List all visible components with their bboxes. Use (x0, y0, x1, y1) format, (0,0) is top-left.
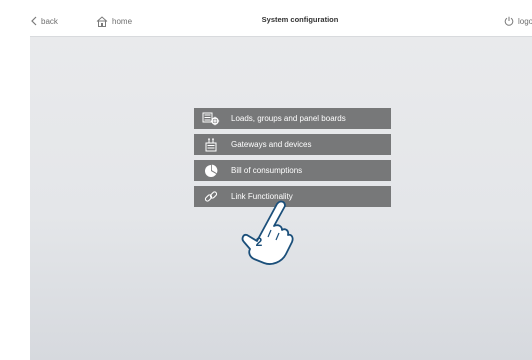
menu-item-label: Loads, groups and panel boards (231, 114, 346, 123)
menu-item-label: Gateways and devices (231, 140, 312, 149)
home-icon (96, 15, 108, 27)
chevron-left-icon (31, 16, 37, 26)
pie-chart-icon (198, 160, 224, 181)
menu-item-label: Bill of consumptions (231, 166, 303, 175)
menu-item-bill-of-consumptions[interactable]: Bill of consumptions (194, 160, 391, 181)
back-button[interactable]: back (31, 14, 58, 28)
screen: back home System configuration logo Load… (0, 0, 532, 360)
page-title: System configuration (261, 15, 339, 24)
logout-button[interactable]: logo (504, 14, 532, 28)
menu-item-gateways-devices[interactable]: Gateways and devices (194, 134, 391, 155)
home-button[interactable]: home (96, 14, 132, 28)
logout-label: logo (518, 16, 532, 26)
back-label: back (41, 16, 58, 26)
pointing-hand-icon (230, 190, 300, 270)
home-label: home (112, 16, 133, 26)
menu-item-loads-groups-panel-boards[interactable]: Loads, groups and panel boards (194, 108, 391, 129)
link-icon (198, 186, 224, 207)
gateway-device-icon (198, 134, 224, 155)
panel-board-gear-icon (198, 108, 224, 129)
step-number-badge: 2 (255, 235, 263, 249)
power-icon (504, 16, 514, 26)
